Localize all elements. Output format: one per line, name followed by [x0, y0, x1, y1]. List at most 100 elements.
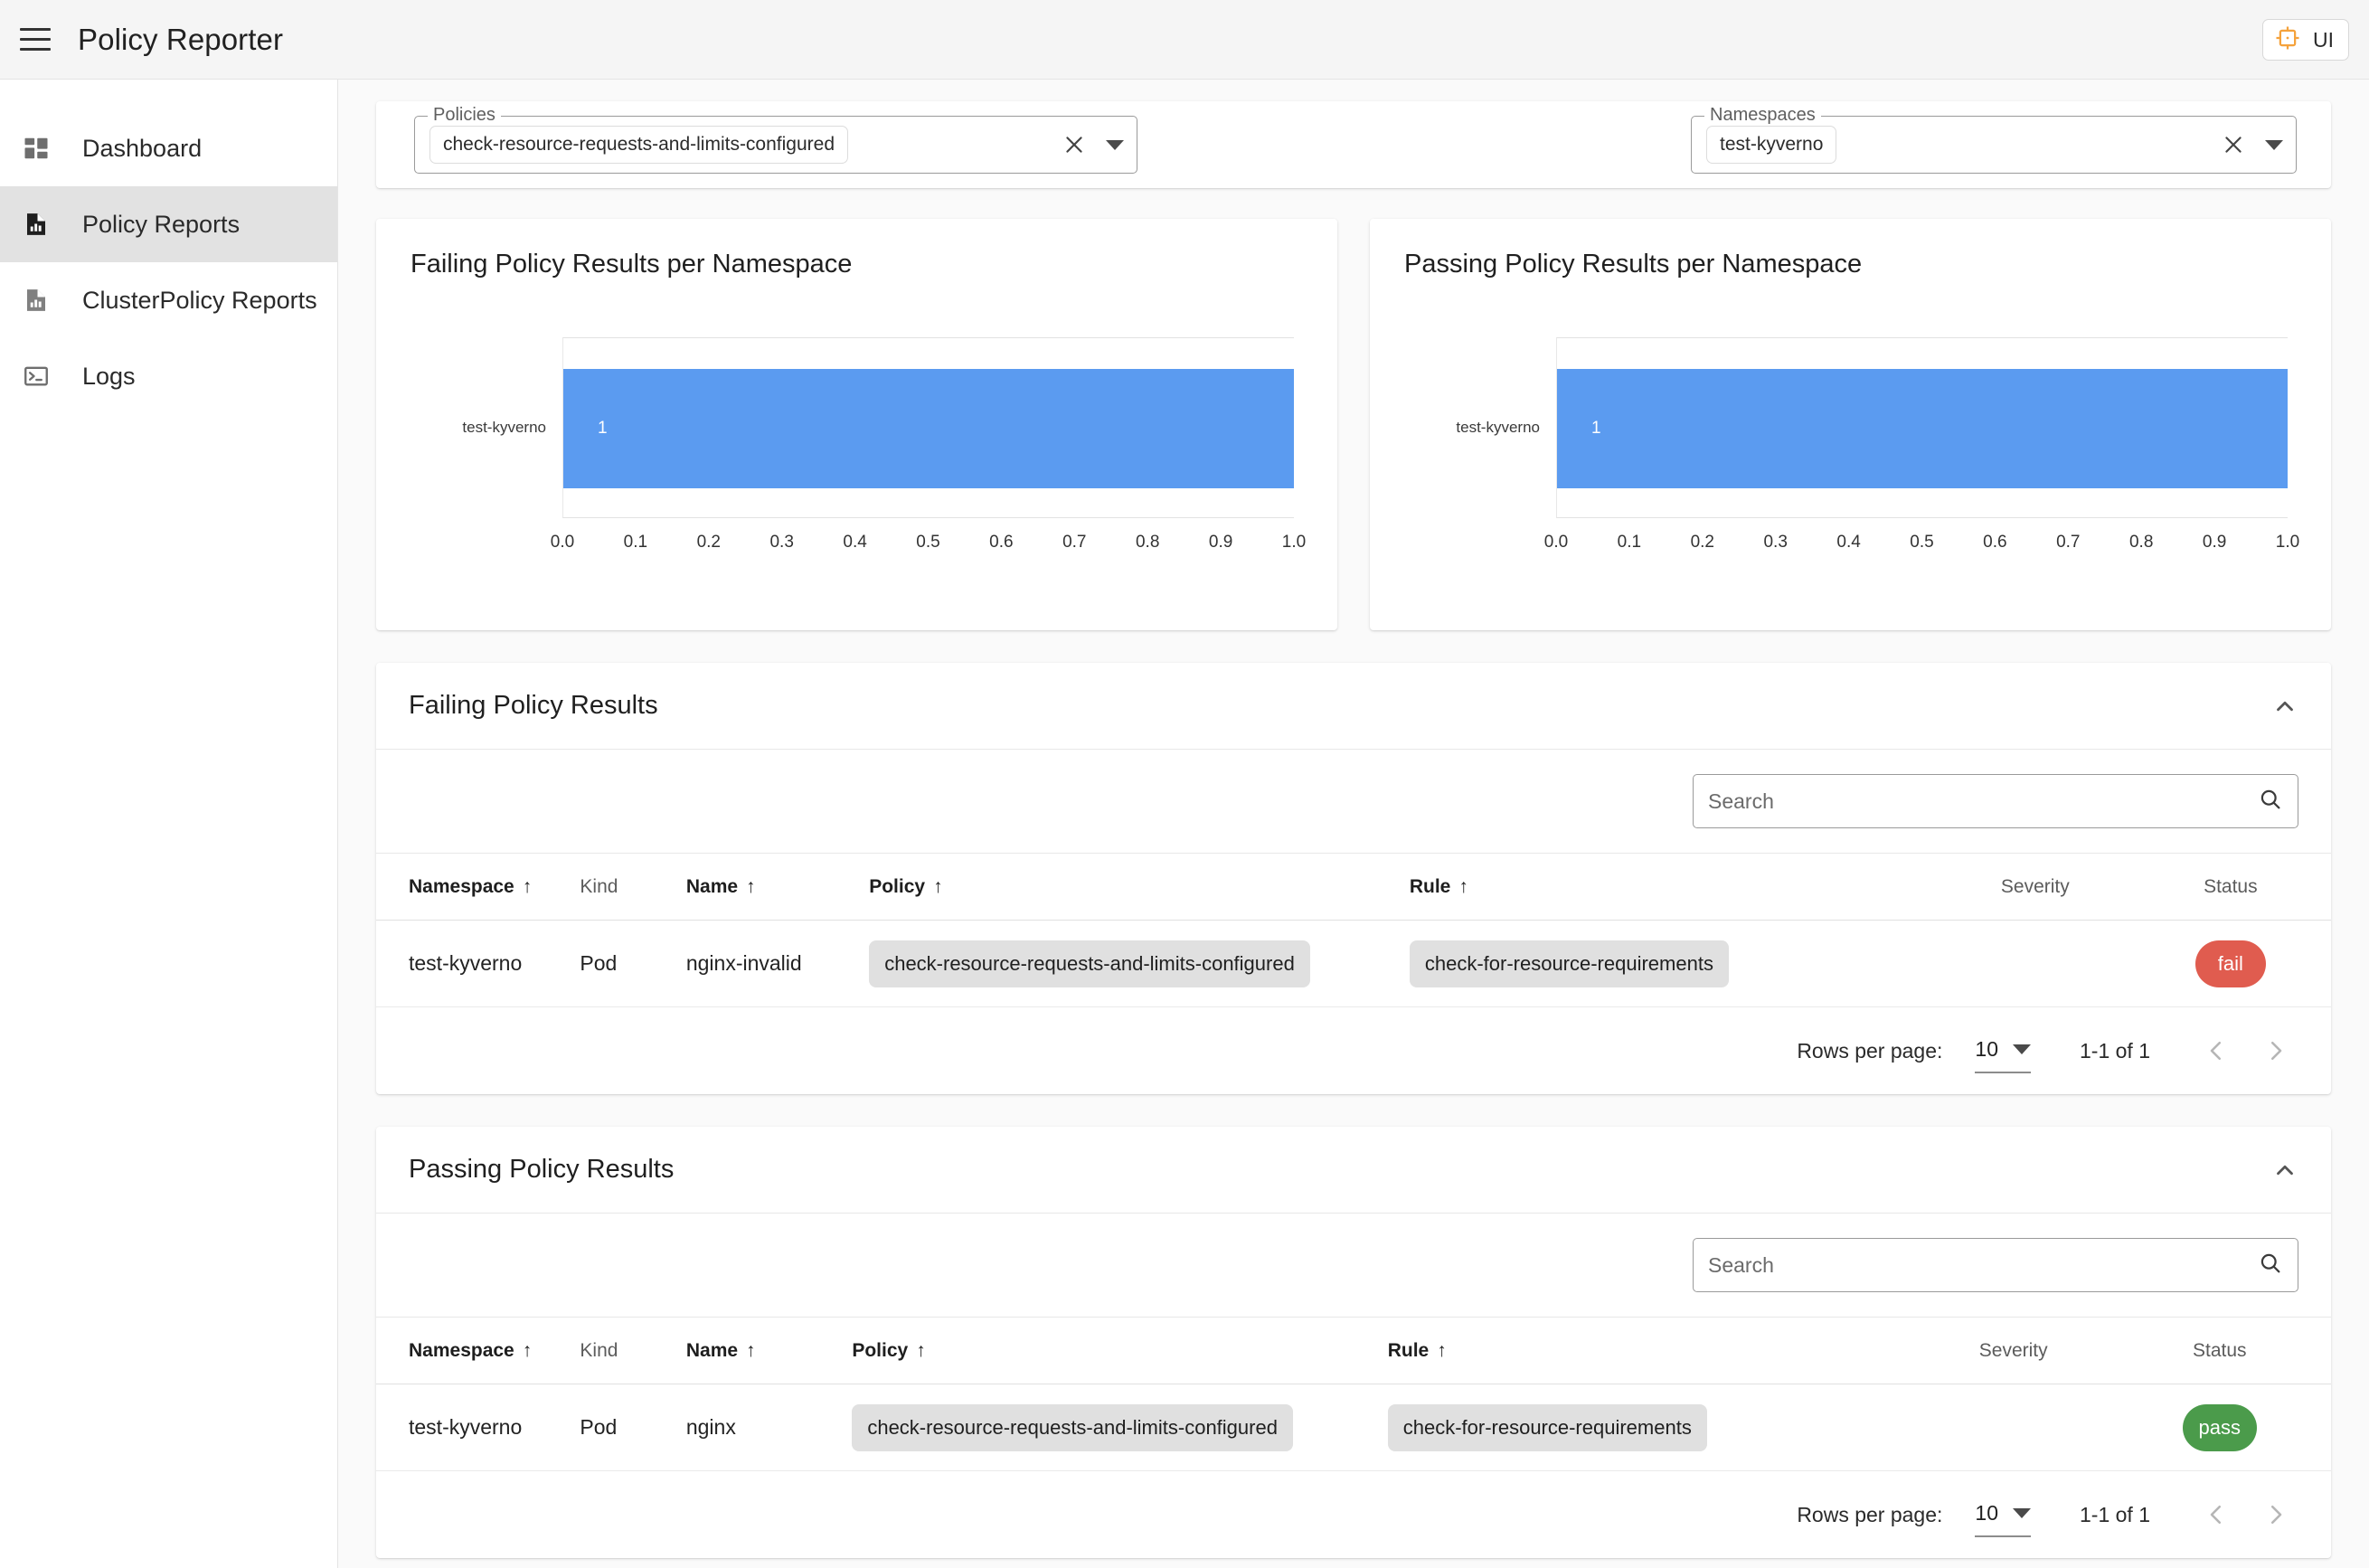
failing-policy-results-section: Failing Policy Results Search Namespace …: [376, 663, 2331, 1094]
col-name[interactable]: Name ↑: [685, 1317, 853, 1384]
search-row: [376, 1214, 2331, 1317]
rule-chip: check-for-resource-requirements: [1409, 940, 1729, 987]
x-axis-tick-label: 0.3: [769, 533, 794, 552]
section-header[interactable]: Passing Policy Results: [376, 1127, 2331, 1214]
filter-bar: Policies check-resource-requests-and-lim…: [376, 101, 2331, 188]
sort-asc-icon[interactable]: ↑: [933, 876, 943, 898]
namespaces-filter-legend: Namespaces: [1704, 105, 1821, 126]
sort-asc-icon[interactable]: ↑: [746, 1340, 756, 1362]
next-page-icon[interactable]: [2262, 1501, 2289, 1528]
rows-per-page-caret-icon[interactable]: [2013, 1044, 2031, 1054]
table-row[interactable]: test-kyverno Pod nginx-invalid check-res…: [376, 920, 2331, 1007]
col-policy[interactable]: Policy ↑: [852, 1317, 1388, 1384]
policy-chip: check-resource-requests-and-limits-confi…: [869, 940, 1310, 987]
cell-status: fail: [2129, 920, 2331, 1007]
previous-page-icon[interactable]: [2203, 1037, 2230, 1064]
x-axis-tick-label: 0.1: [623, 533, 648, 552]
sort-asc-icon[interactable]: ↑: [1458, 876, 1468, 898]
rows-per-page-value: 10: [1975, 1500, 1998, 1525]
hamburger-menu-icon[interactable]: [14, 23, 56, 57]
clear-policies-icon[interactable]: [1062, 133, 1086, 156]
cell-name: nginx: [685, 1384, 853, 1471]
chart-title: Failing Policy Results per Namespace: [411, 250, 853, 279]
clear-namespaces-icon[interactable]: [2222, 133, 2245, 156]
bar-test-kyverno[interactable]: 1: [1557, 369, 2288, 488]
chart-category-label: test-kyverno: [1456, 419, 1540, 436]
passing-policy-results-section: Passing Policy Results Search Namespace …: [376, 1127, 2331, 1558]
sidebar-item-policy-reports[interactable]: Policy Reports: [0, 186, 337, 262]
col-namespace[interactable]: Namespace ↑: [376, 853, 580, 921]
cell-namespace: test-kyverno: [376, 1384, 580, 1471]
failing-pagination: Rows per page: 10 1-1 of 1: [376, 1007, 2331, 1094]
sort-asc-icon[interactable]: ↑: [746, 876, 756, 898]
namespaces-filter[interactable]: Namespaces test-kyverno: [1691, 105, 2297, 174]
table-row[interactable]: test-kyverno Pod nginx check-resource-re…: [376, 1384, 2331, 1471]
namespaces-dropdown-caret-icon[interactable]: [2265, 139, 2283, 150]
rows-per-page-select[interactable]: 10: [1975, 1036, 2031, 1073]
passing-pagination: Rows per page: 10 1-1 of 1: [376, 1471, 2331, 1558]
search-row: [376, 750, 2331, 853]
passing-chart-plot: test-kyverno 1 0.0 0.1 0.2 0.3 0.4 0.5 0.6 0.7 0…: [1404, 337, 2299, 552]
policies-filter-legend: Policies: [428, 105, 501, 126]
col-rule[interactable]: Rule ↑: [1409, 853, 1940, 921]
policies-selected-chip[interactable]: check-resource-requests-and-limits-confi…: [429, 126, 849, 164]
x-axis-tick-label: 0.1: [1617, 533, 1642, 552]
x-axis-tick-label: 1.0: [2275, 533, 2300, 552]
sidebar-item-label: Dashboard: [82, 134, 203, 162]
collapse-chevron-up-icon[interactable]: [2271, 693, 2298, 720]
failing-chart-plot: test-kyverno 1 0.0 0.1 0.2 0.3 0.4 0.5 0.6 0.7 0…: [411, 337, 1306, 552]
cell-policy: check-resource-requests-and-limits-confi…: [852, 1384, 1388, 1471]
col-name[interactable]: Name ↑: [685, 853, 870, 921]
search-icon[interactable]: [2258, 1251, 2283, 1280]
rows-per-page-caret-icon[interactable]: [2013, 1507, 2031, 1518]
x-axis-tick-label: 1.0: [1281, 533, 1307, 552]
search-input[interactable]: [1708, 1252, 2249, 1278]
passing-search-box[interactable]: [1693, 1238, 2298, 1292]
cell-severity: [1940, 920, 2130, 1007]
failing-results-chart-card: Failing Policy Results per Namespace tes…: [376, 219, 1337, 630]
failing-results-table: Namespace ↑ Kind Name ↑ Policy ↑ Rule ↑ Seve…: [376, 853, 2331, 1007]
sort-asc-icon[interactable]: ↑: [523, 876, 533, 898]
rows-per-page-select[interactable]: 10: [1975, 1500, 2031, 1537]
next-page-icon[interactable]: [2262, 1037, 2289, 1064]
search-icon[interactable]: [2258, 787, 2283, 817]
col-kind: Kind: [580, 1317, 686, 1384]
col-rule[interactable]: Rule ↑: [1387, 1317, 1919, 1384]
sidebar-item-label: Logs: [82, 362, 136, 390]
sidebar-item-logs[interactable]: Logs: [0, 338, 337, 414]
sort-asc-icon[interactable]: ↑: [523, 1340, 533, 1362]
sort-asc-icon[interactable]: ↑: [916, 1340, 926, 1362]
main-content: Policies check-resource-requests-and-lim…: [338, 80, 2369, 1568]
sidebar-item-dashboard[interactable]: Dashboard: [0, 110, 337, 186]
sort-asc-icon[interactable]: ↑: [1437, 1340, 1447, 1362]
ui-toggle-button[interactable]: UI: [2262, 19, 2349, 61]
sidebar: Dashboard Policy Reports ClusterPolicy R: [0, 80, 338, 1568]
failing-search-box[interactable]: [1693, 774, 2298, 828]
policies-filter[interactable]: Policies check-resource-requests-and-lim…: [414, 105, 1137, 174]
rows-per-page-value: 10: [1975, 1036, 1998, 1061]
x-axis-tick-label: 0.2: [1690, 533, 1715, 552]
col-namespace[interactable]: Namespace ↑: [376, 1317, 580, 1384]
table-header-row: Namespace ↑ Kind Name ↑ Policy ↑ Rule ↑ Seve…: [376, 853, 2331, 921]
cluster-policy-report-icon: [23, 287, 70, 314]
x-axis-ticks: 0.0 0.1 0.2 0.3 0.4 0.5 0.6 0.7 0.8 0.9 1.0: [1544, 524, 2299, 554]
x-axis-tick-label: 0.9: [1208, 533, 1233, 552]
cell-policy: check-resource-requests-and-limits-confi…: [869, 920, 1410, 1007]
sidebar-item-label: Policy Reports: [82, 210, 241, 238]
bar-test-kyverno[interactable]: 1: [563, 369, 1294, 488]
status-badge: pass: [2182, 1403, 2258, 1451]
col-policy[interactable]: Policy ↑: [869, 853, 1410, 921]
app-title: Policy Reporter: [78, 22, 284, 56]
namespaces-selected-chip[interactable]: test-kyverno: [1706, 126, 1837, 164]
previous-page-icon[interactable]: [2203, 1501, 2230, 1528]
x-axis-tick-label: 0.0: [1543, 533, 1569, 552]
cell-rule: check-for-resource-requirements: [1409, 920, 1940, 1007]
collapse-chevron-up-icon[interactable]: [2271, 1157, 2298, 1184]
x-axis-tick-label: 0.3: [1763, 533, 1788, 552]
sidebar-item-clusterpolicy-reports[interactable]: ClusterPolicy Reports: [0, 262, 337, 338]
section-header[interactable]: Failing Policy Results: [376, 663, 2331, 750]
policies-dropdown-caret-icon[interactable]: [1106, 139, 1124, 150]
x-axis-tick-label: 0.6: [1983, 533, 2007, 552]
search-input[interactable]: [1708, 789, 2249, 814]
rows-per-page-label: Rows per page:: [1797, 1038, 1943, 1063]
